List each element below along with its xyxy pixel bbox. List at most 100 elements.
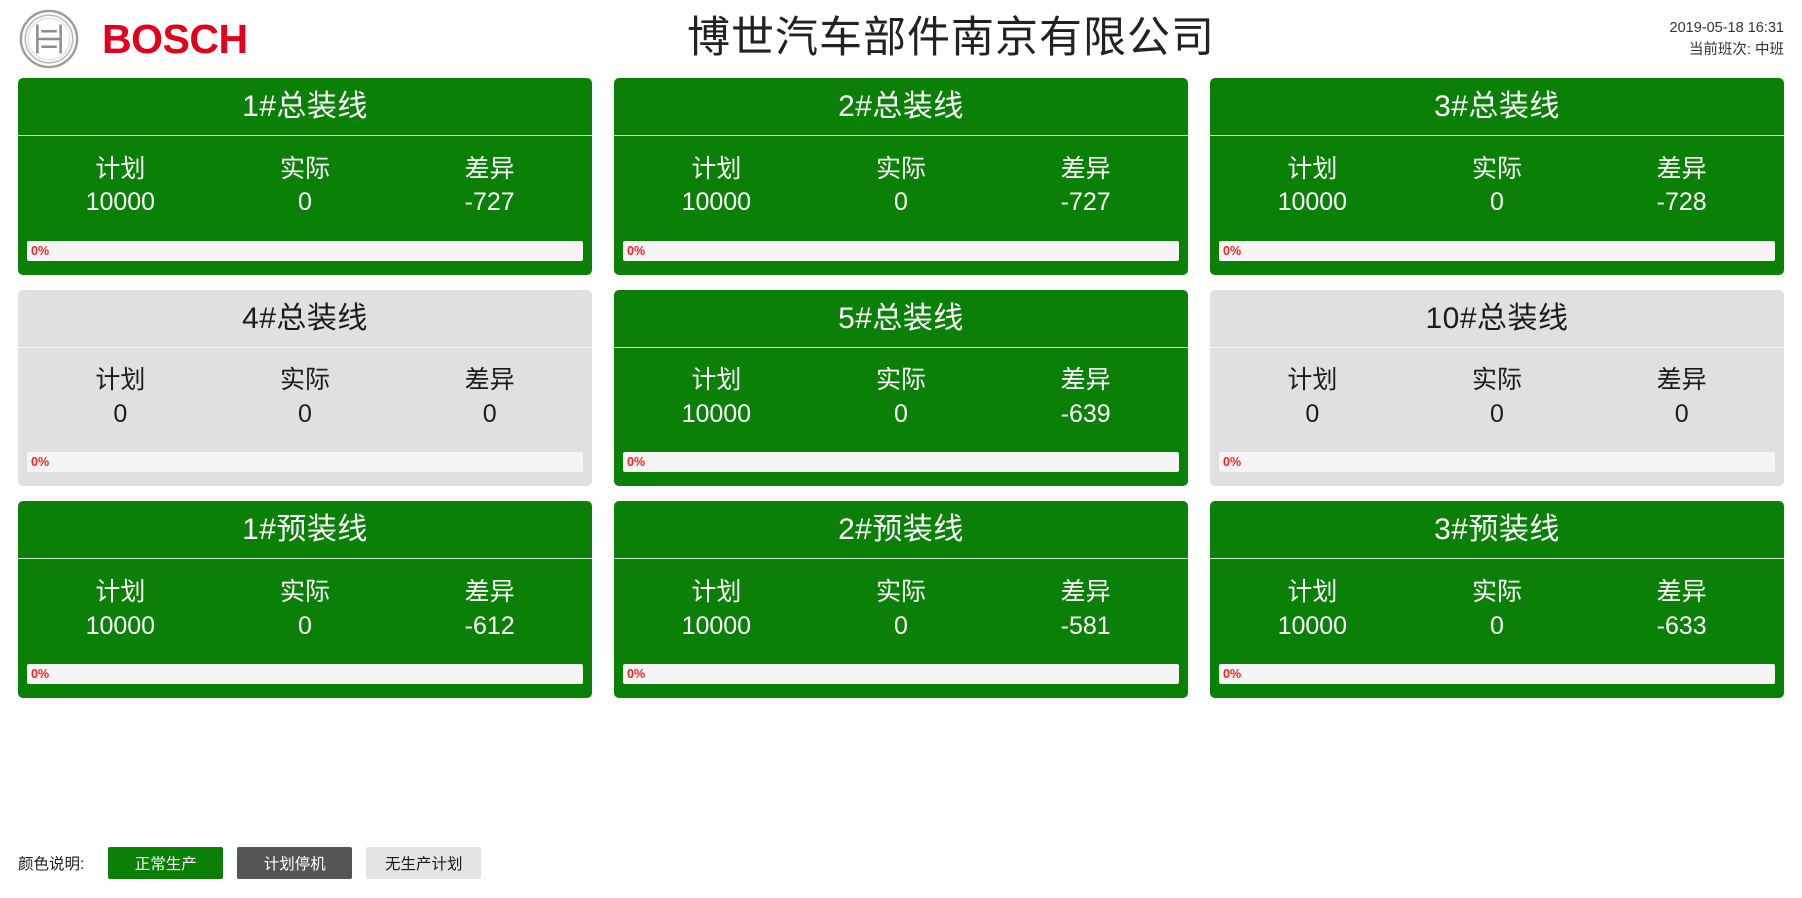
metric-label-actual: 实际 [280, 154, 331, 183]
metric-label-row: 计划 实际 差异 [1220, 576, 1774, 610]
metric-value-diff: -612 [464, 611, 515, 640]
metric-label-diff: 差异 [1060, 366, 1111, 395]
line-card-title: 1#预装线 [18, 501, 592, 560]
metric-value-plan: 10000 [681, 188, 752, 217]
completion-progress-bar: 0% [1219, 452, 1775, 473]
line-card-title: 1#总装线 [18, 78, 592, 136]
metric-value-plan: 10000 [1277, 611, 1348, 640]
line-card-metrics: 计划 实际 差异 10000 0 -727 [18, 136, 592, 231]
metric-label-actual: 实际 [1472, 154, 1523, 183]
metric-label-plan: 计划 [1287, 577, 1338, 606]
line-card-metrics: 计划 实际 差异 10000 0 -633 [1210, 559, 1784, 654]
metric-value-row: 10000 0 -639 [624, 398, 1178, 432]
metric-value-plan: 10000 [85, 188, 156, 217]
completion-progress-label: 0% [1223, 243, 1242, 258]
metric-label-diff: 差异 [464, 154, 515, 183]
metric-value-actual: 0 [894, 611, 908, 640]
metric-label-actual: 实际 [876, 366, 927, 395]
line-card[interactable]: 3#预装线计划 实际 差异 10000 0 -633 0% [1210, 501, 1784, 698]
metric-value-row: 10000 0 -633 [1220, 610, 1774, 644]
line-card-metrics: 计划 实际 差异 0 0 0 [18, 348, 592, 443]
line-card-title: 2#总装线 [614, 78, 1188, 136]
metric-label-actual: 实际 [1472, 366, 1523, 395]
metric-value-plan: 0 [1305, 399, 1320, 428]
line-card[interactable]: 10#总装线 计划 实际 差异 0 0 0 0% [1210, 289, 1784, 487]
color-legend: 颜色说明: 正常生产 计划停机 无生产计划 [0, 828, 1802, 898]
metric-label-actual: 实际 [280, 366, 331, 395]
metric-label-diff: 差异 [1060, 577, 1111, 606]
line-card[interactable]: 2#总装线 计划 实际 差异 10000 0 -727 0% [614, 78, 1188, 275]
completion-progress-bar: 0% [27, 452, 583, 473]
line-card-grid: 1#总装线 计划 实际 差异 10000 0 -727 0% 2#总装线 计划 实际 差异 10000 0… [18, 78, 1784, 698]
legend-caption: 颜色说明: [18, 856, 85, 873]
current-datetime: 2019-05-18 16:31 [1669, 19, 1785, 36]
metric-value-row: 10000 0 -727 [624, 186, 1178, 220]
metric-label-plan: 计划 [1287, 154, 1338, 183]
metric-label-plan: 计划 [95, 154, 146, 183]
metric-value-actual: 0 [894, 188, 908, 217]
metric-value-plan: 10000 [1277, 188, 1348, 217]
metric-value-row: 10000 0 -612 [28, 610, 582, 644]
line-card[interactable]: 3#总装线 计划 实际 差异 10000 0 -728 0% [1210, 78, 1784, 275]
completion-progress-label: 0% [31, 243, 50, 258]
metric-label-plan: 计划 [1287, 366, 1338, 395]
legend-chip-planned[interactable]: 计划停机 [237, 847, 353, 879]
legend-chip-normal[interactable]: 正常生产 [108, 847, 224, 879]
metric-label-diff: 差异 [1656, 577, 1707, 606]
line-card[interactable]: 1#总装线计划 实际 差异 10000 0 -727 0% [18, 78, 592, 275]
line-card-title: 10#总装线 [1210, 290, 1784, 348]
completion-progress-bar: 0% [623, 240, 1179, 261]
metric-value-row: 0 0 0 [1220, 398, 1774, 432]
metric-label-plan: 计划 [95, 366, 146, 395]
line-card-title: 4#总装线 [18, 290, 592, 348]
completion-progress-bar: 0% [623, 452, 1179, 473]
metric-value-actual: 0 [298, 611, 312, 640]
metric-label-plan: 计划 [691, 366, 742, 395]
line-card-metrics: 计划 实际 差异 10000 0 -581 [614, 559, 1188, 654]
metric-label-plan: 计划 [691, 154, 742, 183]
metric-value-plan: 10000 [681, 611, 752, 640]
metric-value-actual: 0 [1490, 188, 1504, 217]
metric-label-row: 计划 实际 差异 [624, 576, 1178, 610]
metric-value-diff: -639 [1060, 399, 1111, 428]
metric-label-diff: 差异 [1656, 154, 1707, 183]
line-card[interactable]: 4#总装线 计划 实际 差异 0 0 0 0% [18, 289, 592, 487]
metric-label-row: 计划 实际 差异 [1220, 364, 1774, 398]
metric-label-actual: 实际 [876, 154, 927, 183]
line-card[interactable]: 1#预装线 计划 实际 差异 10000 0 -612 0% [18, 501, 592, 698]
metric-label-diff: 差异 [1656, 366, 1707, 395]
metric-label-actual: 实际 [1472, 577, 1523, 606]
line-card-metrics: 计划 实际 差异 10000 0 -639 [614, 348, 1188, 443]
line-card[interactable]: 2#预装线 计划 实际 差异 10000 0 -581 0% [614, 501, 1188, 698]
metric-label-diff: 差异 [464, 577, 515, 606]
metric-value-plan: 0 [113, 399, 128, 428]
current-shift: 当前班次: 中班 [1688, 42, 1784, 58]
brand-block: BOSCH [0, 8, 460, 70]
completion-progress-label: 0% [627, 455, 646, 470]
metric-label-plan: 计划 [95, 577, 146, 606]
metric-value-diff: -633 [1656, 611, 1707, 640]
metric-value-actual: 0 [1490, 611, 1504, 640]
page-title: 博世汽车部件南京有限公司 [687, 14, 1215, 63]
metric-value-row: 0 0 0 [28, 398, 582, 432]
metric-value-diff: 0 [1674, 399, 1689, 428]
completion-progress-bar: 0% [623, 664, 1179, 684]
line-card-title: 3#预装线 [1210, 501, 1784, 560]
line-card-metrics: 计划 实际 差异 10000 0 -727 [614, 136, 1188, 231]
metric-value-row: 10000 0 -581 [624, 610, 1178, 644]
metric-value-actual: 0 [894, 399, 908, 428]
metric-value-diff: -727 [464, 188, 515, 217]
metric-label-actual: 实际 [876, 577, 927, 606]
completion-progress-label: 0% [1223, 455, 1242, 470]
completion-progress-bar: 0% [1219, 664, 1775, 684]
metric-value-actual: 0 [298, 188, 312, 217]
metric-value-row: 10000 0 -727 [28, 186, 582, 220]
line-card[interactable]: 5#总装线 计划 实际 差异 10000 0 -639 0% [614, 289, 1188, 487]
metric-label-row: 计划 实际 差异 [624, 364, 1178, 398]
metric-value-diff: -727 [1060, 188, 1111, 217]
line-card-metrics: 计划 实际 差异 10000 0 -728 [1210, 136, 1784, 231]
metric-label-row: 计划 实际 差异 [28, 576, 582, 610]
legend-chip-noplan[interactable]: 无生产计划 [366, 847, 482, 879]
completion-progress-label: 0% [627, 243, 646, 258]
line-card-metrics: 计划 实际 差异 10000 0 -612 [18, 559, 592, 654]
